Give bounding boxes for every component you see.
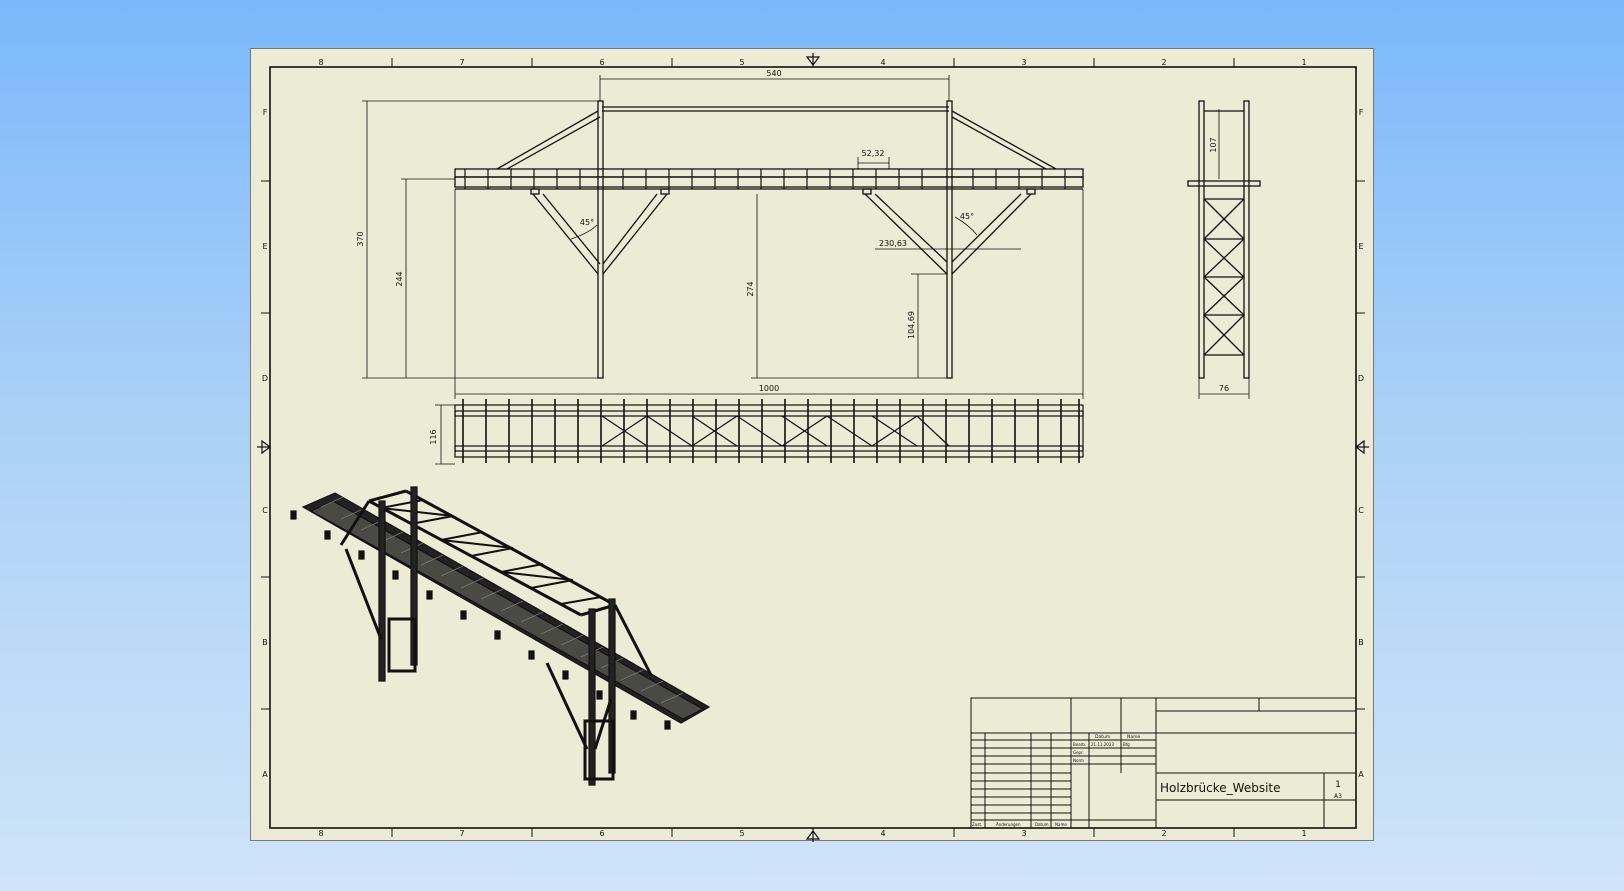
footer-changes: Änderungen	[996, 822, 1021, 827]
front-view	[454, 100, 1084, 379]
dim-pier-height: 274	[746, 281, 755, 296]
zone-col-5-bottom: 5	[739, 829, 744, 838]
zone-col-1: 1	[1301, 58, 1306, 67]
zone-row-e-right: E	[1358, 242, 1363, 251]
zone-row-b: B	[262, 638, 268, 647]
zone-col-7-bottom: 7	[459, 829, 464, 838]
zone-col-2: 2	[1161, 58, 1166, 67]
zone-row-f: F	[263, 108, 268, 117]
zone-row-a-right: A	[1358, 770, 1364, 779]
sheet-size: A3	[1334, 793, 1342, 800]
dim-angle-right: 45°	[960, 212, 974, 221]
dim-overall-height: 370	[356, 231, 365, 246]
zone-col-3: 3	[1021, 58, 1026, 67]
dim-deck-height: 244	[395, 271, 404, 286]
dim-top-span: 540	[766, 69, 781, 78]
title-row-drawn: Bearb.	[1073, 742, 1086, 747]
zone-row-c-right: C	[1358, 506, 1364, 515]
zone-col-6: 6	[599, 58, 604, 67]
dim-side-height: 107	[1209, 137, 1218, 152]
zone-col-1-bottom: 1	[1301, 829, 1306, 838]
dim-angle-left: 45°	[580, 218, 594, 227]
front-view-dimension-texts: 540 370 244 274 1000 52,32 45° 45° 230,6…	[356, 69, 974, 393]
zone-col-4-bottom: 4	[880, 829, 885, 838]
zone-col-7: 7	[459, 58, 464, 67]
zone-row-f-right: F	[1359, 108, 1364, 117]
zone-col-4: 4	[880, 58, 885, 67]
zone-col-8: 8	[318, 58, 323, 67]
footer-name: Name	[1055, 822, 1067, 827]
plan-view-slats	[462, 399, 1080, 463]
zone-col-5: 5	[739, 58, 744, 67]
centering-marks	[257, 53, 1369, 842]
title-row-norm: Norm	[1073, 758, 1084, 763]
front-view-posts	[464, 169, 1066, 189]
title-col-date: Datum	[1095, 734, 1110, 740]
dim-plan-width: 116	[429, 429, 438, 444]
title-block	[970, 697, 1357, 829]
dim-total-length: 1000	[759, 384, 779, 393]
drawing-title: Holzbrücke_Website	[1160, 781, 1281, 795]
zone-row-a: A	[262, 770, 268, 779]
isometric-view	[290, 486, 711, 786]
technical-drawing: 8 7 6 5 4 3 2 1 8 7 6 5 4 3 2 1 F E D C …	[257, 53, 1369, 842]
dim-strut-height: 104,69	[907, 311, 916, 339]
dim-post-spacing: 52,32	[862, 149, 885, 158]
zone-col-6-bottom: 6	[599, 829, 604, 838]
plan-view-dimension	[435, 404, 455, 465]
zone-row-c: C	[262, 506, 268, 515]
sheet-number: 1	[1335, 780, 1341, 790]
zone-row-b-right: B	[1358, 638, 1364, 647]
title-name-value: Bfg	[1123, 742, 1130, 747]
zone-col-8-bottom: 8	[318, 829, 323, 838]
zone-col-2-bottom: 2	[1161, 829, 1166, 838]
zone-row-e: E	[262, 242, 267, 251]
zone-col-3-bottom: 3	[1021, 829, 1026, 838]
plan-view	[454, 404, 1084, 458]
dim-strut-span: 230,63	[879, 239, 907, 248]
title-date-value: 21.11.2023	[1091, 742, 1114, 747]
zone-row-d: D	[262, 374, 268, 383]
side-view	[1187, 100, 1261, 379]
footer-status: Zust.	[972, 822, 982, 827]
title-col-name: Name	[1127, 734, 1141, 740]
zone-row-d-right: D	[1358, 374, 1364, 383]
title-row-checked: Gepr.	[1073, 750, 1084, 755]
drawing-sheet: 8 7 6 5 4 3 2 1 8 7 6 5 4 3 2 1 F E D C …	[250, 48, 1374, 842]
footer-date: Datum	[1035, 822, 1049, 827]
dim-side-width: 76	[1219, 384, 1229, 393]
